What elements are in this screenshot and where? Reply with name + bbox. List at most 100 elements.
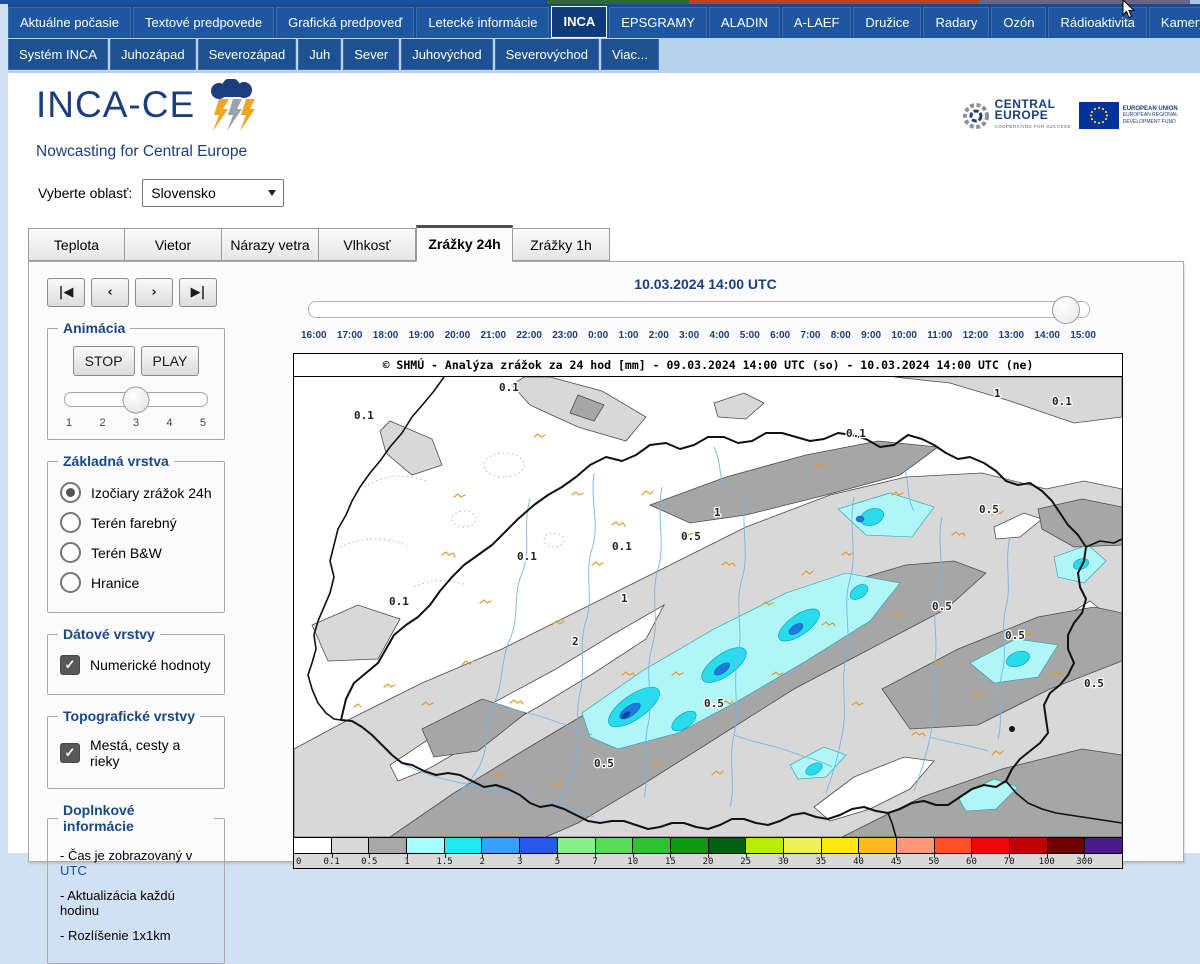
time-tick-10-00[interactable]: 10:00: [891, 330, 917, 341]
contour-label: 0.5: [979, 503, 999, 516]
subnav-tab-juh[interactable]: Juh: [298, 39, 341, 70]
prev-frame-button[interactable]: ‹: [91, 278, 129, 307]
checkbox-numerick-hodnoty[interactable]: ✓: [60, 655, 80, 675]
legend-tick: [746, 854, 747, 858]
next-frame-button[interactable]: ›: [135, 278, 173, 307]
nav-tab-grafick-predpove[interactable]: Grafická predpoveď: [276, 7, 414, 38]
edge-segment: [689, 0, 979, 4]
contour-label: 0.5: [594, 757, 614, 770]
time-tick-11-00[interactable]: 11:00: [927, 330, 952, 341]
legend-tick: [859, 854, 860, 858]
nav-tab-aladin[interactable]: ALADIN: [709, 7, 780, 38]
play-button[interactable]: PLAY: [141, 346, 200, 376]
subnav-tab-syst-m-inca[interactable]: Systém INCA: [8, 39, 108, 70]
time-tick-5-00[interactable]: 5:00: [740, 330, 760, 341]
time-tick-15-00[interactable]: 15:00: [1070, 330, 1096, 341]
last-frame-button[interactable]: ▶|: [179, 278, 217, 307]
first-frame-button[interactable]: |◀: [47, 278, 85, 307]
region-select[interactable]: Slovensko: [142, 179, 284, 207]
inca-panel: |◀‹›▶| Animácia STOP PLAY 12345 Základná…: [28, 261, 1184, 862]
time-tick-6-00[interactable]: 6:00: [770, 330, 790, 341]
radio-ter-n-b-w[interactable]: [60, 542, 81, 563]
base-layer-option-izo-iary-zr-ok-24h[interactable]: Izočiary zrážok 24h: [60, 482, 212, 503]
time-tick-14-00[interactable]: 14:00: [1034, 330, 1060, 341]
checkbox-mest-cesty-a-rieky[interactable]: ✓: [60, 743, 80, 763]
subnav-tab-viac[interactable]: Viac...: [601, 39, 659, 70]
time-tick-4-00[interactable]: 4:00: [709, 330, 729, 341]
time-tick-22-00[interactable]: 22:00: [516, 330, 542, 341]
storm-cloud-lightning-icon: [201, 79, 265, 142]
nav-tab-radary[interactable]: Radary: [923, 7, 989, 38]
subnav-tab-juhoz-pad[interactable]: Juhozápad: [110, 39, 196, 70]
nav-tab-aktu-lne-po-asie[interactable]: Aktuálne počasie: [8, 7, 131, 38]
stop-button[interactable]: STOP: [73, 346, 135, 376]
info-item-2: - Rozlíšenie 1x1km: [60, 928, 212, 943]
nav-tab-leteck-inform-cie[interactable]: Letecké informácie: [416, 7, 549, 38]
tab-zr-ky-24h[interactable]: Zrážky 24h: [416, 225, 513, 262]
subnav-tab-sever[interactable]: Sever: [343, 39, 399, 70]
time-tick-23-00[interactable]: 23:00: [552, 330, 578, 341]
utc-link[interactable]: UTC: [60, 863, 87, 878]
tab-vietor[interactable]: Vietor: [125, 228, 222, 261]
legend-label-20: 20: [703, 857, 714, 867]
nav-tab-a-laef[interactable]: A-LAEF: [782, 7, 852, 38]
time-tick-19-00[interactable]: 19:00: [409, 330, 435, 341]
radio-ter-n-farebn[interactable]: [60, 512, 81, 533]
radio-hranice[interactable]: [60, 572, 81, 593]
contour-label: 0.1: [612, 540, 632, 553]
data-layers-fieldset: Dátové vrstvy ✓Numerické hodnoty: [47, 626, 225, 695]
time-tick-0-00[interactable]: 0:00: [588, 330, 608, 341]
base-layer-option-ter-n-b-w[interactable]: Terén B&W: [60, 542, 212, 563]
nav-tab-dru-ice[interactable]: Družice: [853, 7, 921, 38]
radio-izo-iary-zr-ok-24h[interactable]: [60, 482, 81, 503]
time-tick-13-00[interactable]: 13:00: [999, 330, 1025, 341]
nav-tab-oz-n[interactable]: Ozón: [991, 7, 1046, 38]
timeline-slider[interactable]: [308, 301, 1090, 318]
legend-swatch-1: [331, 838, 369, 853]
tab-zr-ky-1h[interactable]: Zrážky 1h: [513, 228, 610, 261]
time-tick-18-00[interactable]: 18:00: [373, 330, 399, 341]
nav-tab-kamery[interactable]: Kamery: [1149, 7, 1200, 38]
legend-swatch-20: [1047, 838, 1085, 853]
animation-speed-handle[interactable]: [123, 386, 150, 413]
time-tick-21-00[interactable]: 21:00: [480, 330, 506, 341]
legend-tick: [595, 854, 596, 858]
tab-n-razy-vetra[interactable]: Nárazy vetra: [222, 228, 319, 261]
time-tick-2-00[interactable]: 2:00: [649, 330, 669, 341]
data-layer-options: ✓Numerické hodnoty: [58, 655, 214, 675]
info-item-0: - Čas je zobrazovaný v UTC: [60, 848, 212, 878]
timeline-slider-handle[interactable]: [1052, 296, 1080, 324]
base-layer-option-hranice[interactable]: Hranice: [60, 572, 212, 593]
time-tick-16-00[interactable]: 16:00: [301, 330, 327, 341]
topo-layer-option-mest-cesty-a-rieky[interactable]: ✓Mestá, cesty a rieky: [60, 737, 212, 769]
base-layer-option-ter-n-farebn[interactable]: Terén farebný: [60, 512, 212, 533]
time-tick-1-00[interactable]: 1:00: [618, 330, 638, 341]
animation-speed-slider[interactable]: [64, 392, 208, 407]
map-title: © SHMÚ - Analýza zrážok za 24 hod [mm] -…: [294, 354, 1122, 377]
time-tick-3-00[interactable]: 3:00: [679, 330, 699, 341]
data-layer-option-numerick-hodnoty[interactable]: ✓Numerické hodnoty: [60, 655, 212, 675]
central-europe-logo: CENTRAL EUROPE COOPERATING FOR SUCCESS: [961, 99, 1071, 132]
controls-column: |◀‹›▶| Animácia STOP PLAY 12345 Základná…: [47, 278, 257, 964]
time-tick-17-00[interactable]: 17:00: [337, 330, 363, 341]
tab-teplota[interactable]: Teplota: [28, 228, 125, 261]
nav-tab-inca[interactable]: INCA: [551, 6, 607, 38]
time-tick-12-00[interactable]: 12:00: [963, 330, 989, 341]
time-tick-20-00[interactable]: 20:00: [445, 330, 471, 341]
subnav-tab-severov-chod[interactable]: Severovýchod: [495, 39, 599, 70]
contour-label: 0.1: [517, 550, 537, 563]
legend-swatch-18: [971, 838, 1009, 853]
inca-ce-logo: INCA-CE Nowcasting for Central Europe: [36, 85, 265, 161]
topo-layer-options: ✓Mestá, cesty a rieky: [58, 737, 214, 769]
time-tick-8-00[interactable]: 8:00: [831, 330, 851, 341]
time-tick-7-00[interactable]: 7:00: [800, 330, 820, 341]
nav-tab-textov-predpovede[interactable]: Textové predpovede: [133, 7, 274, 38]
legend-swatch-7: [557, 838, 595, 853]
time-tick-9-00[interactable]: 9:00: [861, 330, 881, 341]
tab-vlhkos[interactable]: Vlhkosť: [319, 228, 416, 261]
subnav-tab-severoz-pad[interactable]: Severozápad: [198, 39, 297, 70]
nav-tab-epsgramy[interactable]: EPSGRAMY: [609, 7, 707, 38]
subnav-tab-juhov-chod[interactable]: Juhovýchod: [401, 39, 492, 70]
speed-label-5: 5: [200, 417, 206, 429]
legend-tick: [633, 854, 634, 858]
